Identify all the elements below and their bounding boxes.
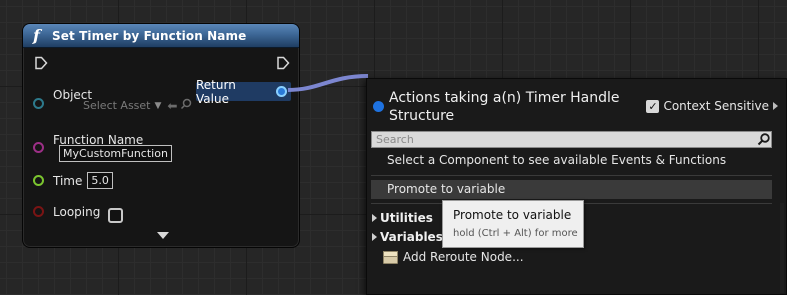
search-box [371,131,772,148]
node-title: Set Timer by Function Name [52,28,247,43]
menu-info-text: Select a Component to see available Even… [387,153,727,167]
use-selected-arrow-icon[interactable]: ⬅ [167,99,177,113]
reroute-node-icon [383,250,398,264]
tooltip: Promote to variable hold (Ctrl + Alt) fo… [442,200,584,248]
time-label: Time [53,173,83,188]
category-label: Utilities [380,211,433,225]
return-value-pin[interactable]: Return Value [196,78,291,106]
checkmark-icon[interactable]: ✓ [646,99,660,113]
struct-type-icon [373,101,384,112]
expand-node-arrow-icon[interactable] [157,232,169,239]
add-reroute-node-item[interactable]: Add Reroute Node... [383,250,524,264]
chevron-down-icon: ▼ [154,100,162,111]
chevron-right-icon[interactable] [773,102,778,110]
tooltip-title: Promote to variable [453,208,572,222]
search-input[interactable] [372,132,755,147]
reroute-label: Add Reroute Node... [403,250,524,264]
context-sensitive-label: Context Sensitive [663,99,769,113]
asset-select-placeholder: Select Asset [83,99,151,112]
looping-label: Looping [53,204,101,219]
tooltip-shortcut: hold (Ctrl + Alt) for more [453,228,578,239]
search-icon[interactable] [755,132,771,147]
time-pin-icon[interactable] [33,175,44,186]
category-label: Variables [380,230,443,244]
category-variables[interactable]: Variables [372,230,443,244]
menu-header: Actions taking a(n) Timer Handle Structu… [373,89,778,125]
promote-to-variable-item[interactable]: Promote to variable [371,180,772,199]
function-icon: f [33,25,40,45]
return-value-label: Return Value [196,77,236,106]
time-field[interactable]: 5.0 [87,172,113,189]
menu-divider [371,175,772,176]
node-header[interactable]: f Set Timer by Function Name [23,24,299,48]
browse-search-icon[interactable] [180,98,192,113]
action-menu: Actions taking a(n) Timer Handle Structu… [366,78,787,295]
object-pin-icon[interactable] [33,98,44,109]
looping-checkbox[interactable] [108,208,124,223]
looping-pin-icon[interactable] [33,206,44,217]
looping-pin-row: Looping [33,202,124,223]
menu-title: Actions taking a(n) Timer Handle Structu… [389,90,620,124]
time-pin-row: Time 5.0 [33,172,113,189]
connection-wire [287,74,369,92]
exec-input-pin-icon[interactable] [34,56,48,70]
function-name-pin-icon[interactable] [33,142,44,153]
menu-scrollbar[interactable] [780,203,784,293]
category-utilities[interactable]: Utilities [372,211,433,225]
object-asset-select[interactable]: Select Asset ▼ ⬅ [83,98,192,113]
context-sensitive-toggle[interactable]: ✓ Context Sensitive [646,99,778,113]
expand-arrow-icon[interactable] [372,214,377,222]
expand-arrow-icon[interactable] [372,233,377,241]
set-timer-node[interactable]: f Set Timer by Function Name Object Sele… [22,23,300,248]
function-name-field[interactable]: MyCustomFunction [59,145,172,162]
